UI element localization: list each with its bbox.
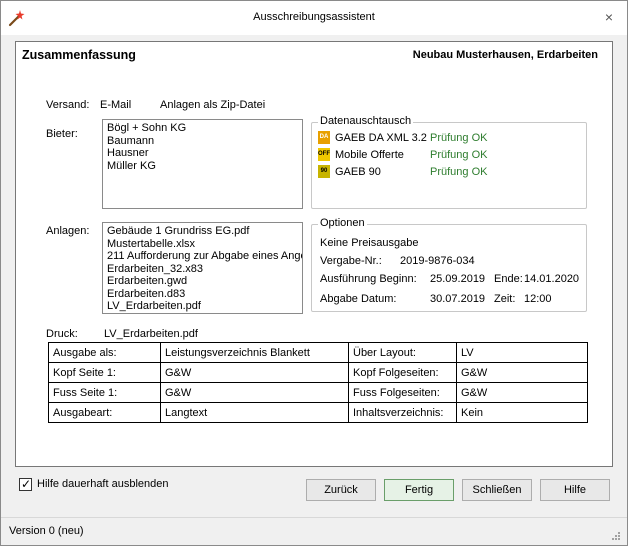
table-cell: Ausgabe als: xyxy=(48,342,161,363)
preisausgabe-value: Keine Preisausgabe xyxy=(320,237,419,249)
table-cell: Leistungsverzeichnis Blankett xyxy=(160,342,349,363)
vergabe-label: Vergabe-Nr.: xyxy=(320,255,382,267)
optionen-title: Optionen xyxy=(318,217,367,229)
table-cell: Langtext xyxy=(160,402,349,423)
table-cell: G&W xyxy=(456,382,588,403)
project-name: Neubau Musterhausen, Erdarbeiten xyxy=(412,49,598,61)
gaeb-xml-icon: DA xyxy=(318,131,330,144)
zeit-value: 12:00 xyxy=(524,293,552,305)
datenaustausch-group: Datenauschtausch DA GAEB DA XML 3.2 Prüf… xyxy=(311,115,587,209)
status-bar: Version 0 (neu) xyxy=(1,517,627,545)
close-button[interactable]: Schließen xyxy=(462,479,532,501)
wizard-window: Ausschreibungsassistent × Zusammenfassun… xyxy=(0,0,628,546)
table-cell: G&W xyxy=(160,382,349,403)
bieter-list[interactable]: Bögl + Sohn KG Baumann Hausner Müller KG xyxy=(102,119,303,209)
status-gaeb-90: Prüfung OK xyxy=(430,166,488,178)
druck-file: LV_Erdarbeiten.pdf xyxy=(104,328,198,340)
list-item[interactable]: LV_Erdarbeiten.pdf xyxy=(107,300,298,313)
anlagen-label: Anlagen: xyxy=(46,225,90,237)
format-mobile-offerte: Mobile Offerte xyxy=(335,149,404,161)
beginn-label: Ausführung Beginn: xyxy=(320,273,417,285)
bieter-label: Bieter: xyxy=(46,128,78,140)
gaeb-90-icon: 90 xyxy=(318,165,330,178)
ende-value: 14.01.2020 xyxy=(524,273,580,285)
list-item[interactable]: Erdarbeiten.gwd xyxy=(107,275,298,288)
anlagen-list[interactable]: Gebäude 1 Grundriss EG.pdf Mustertabelle… xyxy=(102,222,303,314)
list-item[interactable]: Baumann xyxy=(107,135,298,148)
druck-settings-table: Ausgabe als: Leistungsverzeichnis Blanke… xyxy=(48,342,588,423)
table-cell: Ausgabeart: xyxy=(48,402,161,423)
checkmark-icon: ✓ xyxy=(21,477,32,491)
abgabe-label: Abgabe Datum: xyxy=(320,293,397,305)
table-cell: G&W xyxy=(160,362,349,383)
list-item[interactable]: Erdarbeiten.d83 xyxy=(107,288,298,301)
ende-label: Ende: xyxy=(494,273,523,285)
format-gaeb-xml: GAEB DA XML 3.2 xyxy=(335,132,427,144)
table-row: Fuss Seite 1: G&W Fuss Folgeseiten: G&W xyxy=(48,382,588,403)
table-cell: Fuss Folgeseiten: xyxy=(348,382,457,403)
versand-label: Versand: xyxy=(46,99,90,111)
format-gaeb-90: GAEB 90 xyxy=(335,166,381,178)
table-cell: Über Layout: xyxy=(348,342,457,363)
hide-help-checkbox[interactable]: ✓ xyxy=(19,477,32,491)
vergabe-value: 2019-9876-034 xyxy=(400,255,475,267)
zeit-label: Zeit: xyxy=(494,293,516,305)
table-row: Ausgabe als: Leistungsverzeichnis Blanke… xyxy=(48,342,588,363)
table-cell: Inhaltsverzeichnis: xyxy=(348,402,457,423)
table-cell: Kopf Seite 1: xyxy=(48,362,161,383)
help-button[interactable]: Hilfe xyxy=(540,479,610,501)
page-title: Zusammenfassung xyxy=(22,48,136,62)
abgabe-value: 30.07.2019 xyxy=(430,293,486,305)
druck-label: Druck: xyxy=(46,328,78,340)
list-item[interactable]: Müller KG xyxy=(107,160,298,173)
table-row: Ausgabeart: Langtext Inhaltsverzeichnis:… xyxy=(48,402,588,423)
list-item[interactable]: Gebäude 1 Grundriss EG.pdf xyxy=(107,225,298,238)
version-label: Version 0 (neu) xyxy=(9,525,84,537)
resize-grip-icon[interactable] xyxy=(611,531,621,541)
table-cell: G&W xyxy=(456,362,588,383)
status-gaeb-xml: Prüfung OK xyxy=(430,132,488,144)
status-mobile-offerte: Prüfung OK xyxy=(430,149,488,161)
title-bar: Ausschreibungsassistent × xyxy=(1,1,627,35)
table-row: Kopf Seite 1: G&W Kopf Folgeseiten: G&W xyxy=(48,362,588,383)
list-item[interactable]: 211 Aufforderung zur Abgabe eines Angebo… xyxy=(107,250,302,263)
back-button[interactable]: Zurück xyxy=(306,479,376,501)
list-item[interactable]: Erdarbeiten_32.x83 xyxy=(107,263,298,276)
mobile-offerte-icon: OFF xyxy=(318,148,330,161)
list-item[interactable]: Bögl + Sohn KG xyxy=(107,122,298,135)
hide-help-label[interactable]: Hilfe dauerhaft ausblenden xyxy=(37,478,168,490)
list-item[interactable]: Mustertabelle.xlsx xyxy=(107,238,298,251)
table-cell: Fuss Seite 1: xyxy=(48,382,161,403)
table-cell: LV xyxy=(456,342,588,363)
versand-method: E-Mail xyxy=(100,99,132,111)
window-title: Ausschreibungsassistent xyxy=(253,11,375,23)
table-cell: Kopf Folgeseiten: xyxy=(348,362,457,383)
datenaustausch-title: Datenauschtausch xyxy=(318,115,414,127)
beginn-value: 25.09.2019 xyxy=(430,273,486,285)
optionen-group: Optionen Keine Preisausgabe Vergabe-Nr.:… xyxy=(311,217,587,312)
table-cell: Kein xyxy=(456,402,588,423)
list-item[interactable]: Hausner xyxy=(107,147,298,160)
close-icon[interactable]: × xyxy=(601,9,617,25)
summary-panel: Zusammenfassung Neubau Musterhausen, Erd… xyxy=(15,41,613,467)
finish-button[interactable]: Fertig xyxy=(384,479,454,501)
versand-option: Anlagen als Zip-Datei xyxy=(160,99,266,111)
